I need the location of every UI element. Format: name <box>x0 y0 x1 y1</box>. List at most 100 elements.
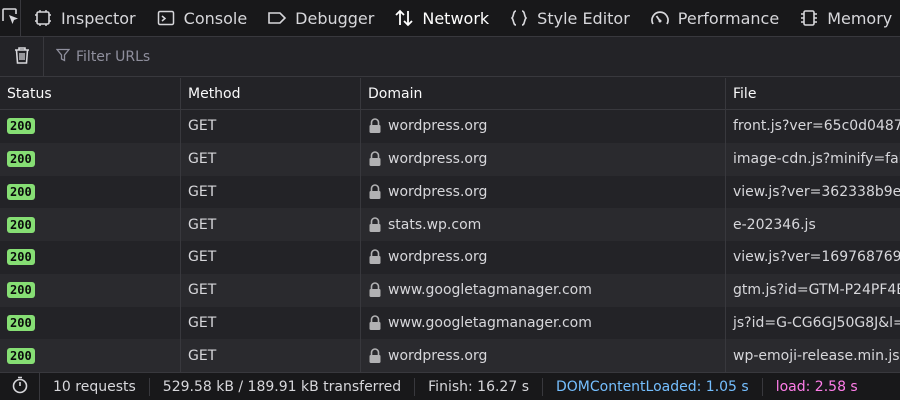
lock-icon <box>368 347 382 364</box>
lock-icon <box>368 118 382 134</box>
table-row[interactable]: 200 GET www.googletagmanager.com js?id=G-CG… <box>0 306 900 340</box>
domain-cell: www.googletagmanager.com <box>361 273 726 307</box>
tab-label: Console <box>183 8 248 28</box>
lock-icon <box>368 249 382 265</box>
file-cell: front.js?ver=65c0d04875c <box>733 118 900 135</box>
method-cell: GET <box>181 339 361 372</box>
network-icon <box>394 8 414 28</box>
lock-icon <box>368 216 382 233</box>
table-row[interactable]: 200 GET wordpress.org view.js?ver=362338b9e… <box>0 175 900 209</box>
column-header-file[interactable]: File <box>726 78 900 110</box>
finish-time: Finish: 16.27 s <box>415 377 543 396</box>
tab-debugger[interactable]: Debugger <box>255 0 382 36</box>
file-cell: wp-emoji-release.min.js?v <box>733 347 900 364</box>
filter-urls-input[interactable] <box>76 48 376 65</box>
requests-table-body: 200 GET wordpress.org front.js?ver=65c0d048… <box>0 110 900 372</box>
tab-label: Network <box>422 8 490 28</box>
tab-performance[interactable]: Performance <box>638 0 787 36</box>
status-badge: 200 <box>7 347 35 364</box>
file-cell: view.js?ver=362338b9e65 <box>733 183 900 200</box>
status-badge: 200 <box>7 118 35 135</box>
debugger-icon <box>267 8 287 28</box>
table-row[interactable]: 200 GET wordpress.org front.js?ver=65c0d048… <box>0 110 900 143</box>
domain-text: wordpress.org <box>388 249 488 266</box>
file-cell: view.js?ver=1697687698 <box>733 249 900 266</box>
column-header-domain[interactable]: Domain <box>361 78 726 110</box>
status-badge: 200 <box>7 282 35 299</box>
method-cell: GET <box>181 175 361 209</box>
domain-text: wordpress.org <box>388 151 488 168</box>
tab-console[interactable]: Console <box>144 0 256 36</box>
method-cell: GET <box>181 142 361 176</box>
lock-icon <box>368 282 382 298</box>
status-badge: 200 <box>7 249 35 266</box>
domain-cell: wordpress.org <box>361 110 726 143</box>
clear-requests-button[interactable] <box>0 36 44 77</box>
request-count: 10 requests <box>40 377 150 396</box>
status-cell: 200 <box>0 241 181 274</box>
domain-cell: wordpress.org <box>361 175 726 209</box>
element-picker-button[interactable] <box>0 0 21 36</box>
status-cell: 200 <box>0 208 181 241</box>
column-header-method[interactable]: Method <box>181 78 361 110</box>
table-row[interactable]: 200 GET stats.wp.com e-202346.js <box>0 208 900 241</box>
tab-label: Performance <box>677 8 780 28</box>
lock-icon <box>368 315 382 331</box>
domain-cell: wordpress.org <box>361 241 726 274</box>
inspector-icon <box>33 8 53 28</box>
method-cell: GET <box>181 306 361 340</box>
method-cell: GET <box>181 273 361 307</box>
network-status-bar: 10 requests 529.58 kB / 189.91 kB transf… <box>0 372 900 400</box>
element-picker-icon <box>0 6 20 30</box>
tab-label: Style Editor <box>537 8 630 28</box>
method-cell: GET <box>181 110 361 143</box>
lock-icon <box>368 184 382 200</box>
column-header-status[interactable]: Status <box>0 78 181 110</box>
file-cell: js?id=G-CG6GJ50G8J&l=d <box>733 314 900 331</box>
stopwatch-icon <box>11 376 29 398</box>
domain-text: wordpress.org <box>388 183 488 200</box>
console-icon <box>156 8 176 28</box>
tab-label: Inspector <box>61 8 136 28</box>
status-cell: 200 <box>0 273 181 307</box>
method-cell: GET <box>181 208 361 241</box>
tab-network[interactable]: Network <box>382 0 497 36</box>
transferred-size: 529.58 kB / 189.91 kB transferred <box>150 377 416 396</box>
table-row[interactable]: 200 GET www.googletagmanager.com gtm.js?id=… <box>0 273 900 307</box>
status-badge: 200 <box>7 314 35 331</box>
domain-text: stats.wp.com <box>388 216 482 233</box>
status-cell: 200 <box>0 175 181 209</box>
performance-icon <box>650 8 670 28</box>
domain-cell: www.googletagmanager.com <box>361 306 726 340</box>
file-cell: e-202346.js <box>733 216 816 233</box>
filter-icon <box>55 47 71 66</box>
table-row[interactable]: 200 GET wordpress.org image-cdn.js?minify=f… <box>0 142 900 176</box>
tab-label: Debugger <box>295 8 375 28</box>
file-cell: image-cdn.js?minify=false <box>733 151 900 168</box>
status-cell: 200 <box>0 339 181 372</box>
requests-table-header: Status Method Domain File <box>0 78 900 110</box>
domain-cell: wordpress.org <box>361 142 726 176</box>
memory-icon <box>799 8 819 28</box>
network-toolbar <box>0 36 900 77</box>
filter-urls <box>55 47 376 66</box>
load-time: load: 2.58 s <box>775 378 858 395</box>
status-badge: 200 <box>7 151 35 168</box>
performance-analysis-button[interactable] <box>0 372 40 400</box>
status-cell: 200 <box>0 142 181 176</box>
tab-label: Memory <box>827 8 893 28</box>
status-badge: 200 <box>7 183 35 200</box>
status-cell: 200 <box>0 306 181 340</box>
domain-cell: wordpress.org <box>361 339 726 372</box>
file-cell: gtm.js?id=GTM-P24PF4B <box>733 282 900 299</box>
domain-text: wordpress.org <box>388 347 488 364</box>
domain-text: wordpress.org <box>388 118 488 135</box>
table-row[interactable]: 200 GET wordpress.org wp-emoji-release.min.… <box>0 339 900 372</box>
trash-icon <box>13 45 31 69</box>
table-row[interactable]: 200 GET wordpress.org view.js?ver=169768769… <box>0 241 900 274</box>
tab-style-editor[interactable]: Style Editor <box>497 0 638 36</box>
toolbox-tabbar: Inspector Console Debugger Network Style… <box>0 0 900 37</box>
tab-memory[interactable]: Memory <box>787 0 900 36</box>
tab-inspector[interactable]: Inspector <box>21 0 144 36</box>
domain-text: www.googletagmanager.com <box>388 282 592 299</box>
